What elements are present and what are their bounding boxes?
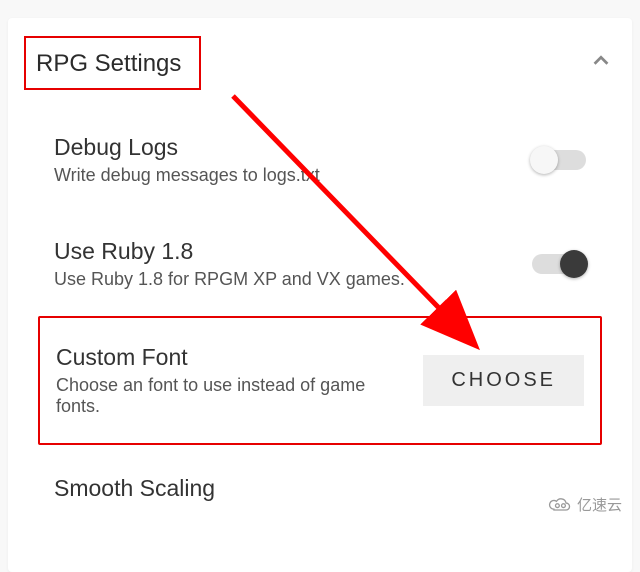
header-highlight-box: RPG Settings [24, 36, 201, 90]
cloud-icon [547, 497, 573, 513]
choose-font-button[interactable]: CHOOSE [423, 355, 584, 406]
setting-debug-logs: Debug Logs Write debug messages to logs.… [38, 108, 602, 212]
setting-smooth-scaling: Smooth Scaling [38, 445, 602, 532]
watermark-text: 亿速云 [577, 494, 622, 515]
setting-use-ruby: Use Ruby 1.8 Use Ruby 1.8 for RPGM XP an… [38, 212, 602, 316]
debug-logs-toggle[interactable] [532, 150, 586, 170]
setting-title: Use Ruby 1.8 [54, 238, 516, 265]
collapse-chevron-icon[interactable] [590, 50, 612, 77]
setting-text: Use Ruby 1.8 Use Ruby 1.8 for RPGM XP an… [54, 238, 516, 290]
use-ruby-toggle[interactable] [532, 254, 586, 274]
setting-title: Debug Logs [54, 134, 516, 161]
section-header[interactable]: RPG Settings [8, 18, 632, 108]
setting-custom-font: Custom Font Choose an font to use instea… [38, 316, 602, 445]
setting-text: Debug Logs Write debug messages to logs.… [54, 134, 516, 186]
setting-title: Smooth Scaling [54, 475, 586, 502]
section-title: RPG Settings [36, 50, 181, 78]
setting-text: Smooth Scaling [54, 475, 586, 506]
settings-items: Debug Logs Write debug messages to logs.… [8, 108, 632, 532]
settings-panel: RPG Settings Debug Logs Write debug mess… [8, 18, 632, 572]
watermark: 亿速云 [539, 490, 630, 519]
setting-text: Custom Font Choose an font to use instea… [56, 344, 407, 417]
setting-title: Custom Font [56, 344, 407, 371]
setting-desc: Use Ruby 1.8 for RPGM XP and VX games. [54, 269, 516, 290]
setting-desc: Write debug messages to logs.txt [54, 165, 516, 186]
setting-desc: Choose an font to use instead of game fo… [56, 375, 407, 417]
toggle-knob [560, 250, 588, 278]
toggle-knob [530, 146, 558, 174]
